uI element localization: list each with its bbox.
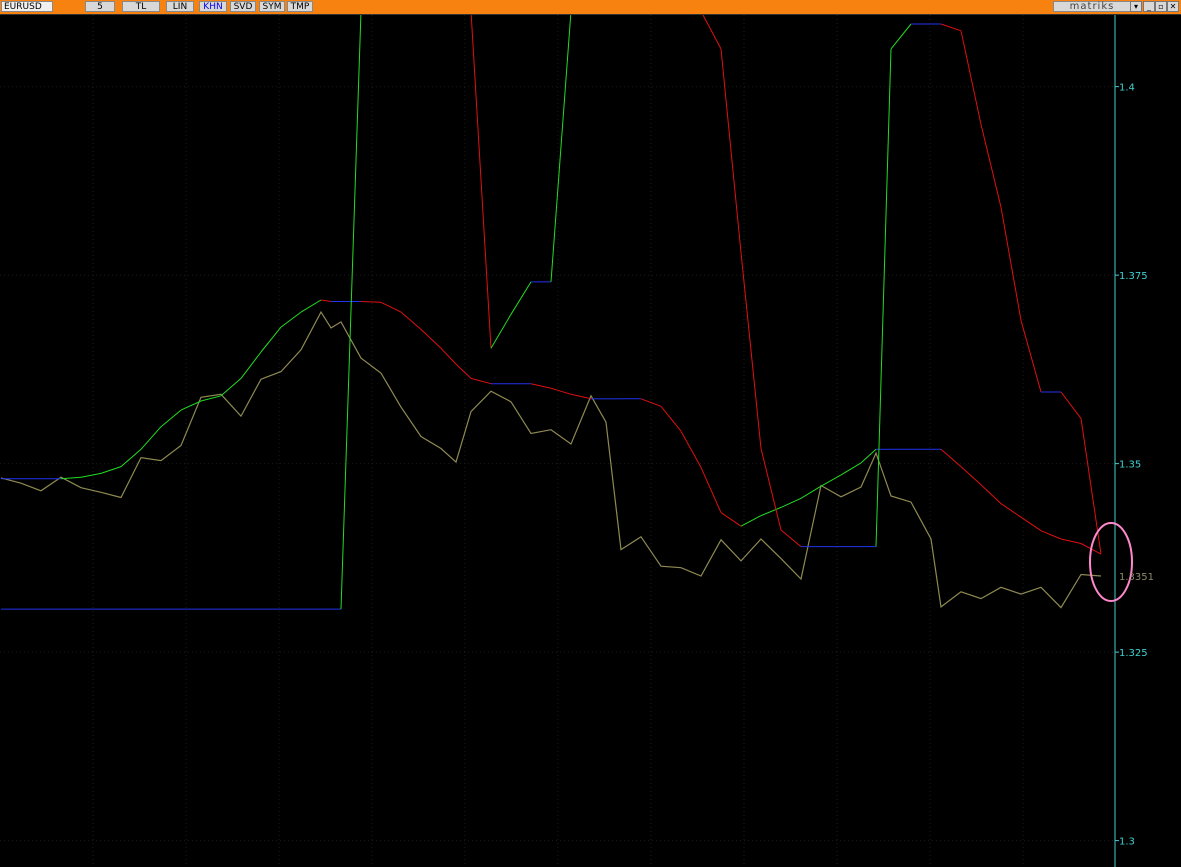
trail-line-down-segment (360, 301, 382, 303)
stop-line-down-segment (720, 48, 742, 253)
stop-line-down-segment (960, 30, 982, 125)
trail-line-down-segment (1020, 516, 1042, 532)
trail-line-down-segment (420, 329, 442, 349)
trail-line-down-segment (1000, 503, 1022, 518)
trail-line-down-segment (400, 311, 422, 330)
trail-line-down-segment (470, 377, 492, 385)
close-icon[interactable]: ✕ (1167, 1, 1179, 12)
y-axis: 1.3 1.325 1.35 1.375 1.4 (1115, 83, 1148, 848)
y-tick-label: 1.325 (1119, 648, 1148, 659)
trail-line-up-segment (60, 476, 82, 480)
trail-line-up-segment (280, 311, 302, 328)
stop-line-down-segment (702, 15, 722, 50)
stop-line-up-segment (550, 15, 572, 282)
grid (0, 15, 1115, 867)
dropdown-icon[interactable]: ▾ (1130, 1, 1142, 12)
y-tick-label: 1.3 (1119, 837, 1135, 848)
trail-line-up-segment (800, 485, 822, 499)
y-tick-label: 1.35 (1119, 460, 1141, 471)
price-chart[interactable]: 1.3 1.325 1.35 1.375 1.4 1.3351 (0, 15, 1181, 867)
stop-line-down-segment (780, 529, 802, 547)
y-tick-label: 1.375 (1119, 271, 1148, 282)
stop-line-down-segment (1080, 418, 1102, 555)
stop-line-up-segment (490, 314, 512, 349)
toolbar: EURUSD 5 TL LIN KHN SVD SYM TMP matriks … (0, 0, 1181, 15)
tl-button[interactable]: TL (122, 1, 160, 12)
trail-line-down-segment (1060, 538, 1082, 544)
stop-line-up-segment (340, 15, 362, 610)
trail-line-up-segment (860, 448, 877, 464)
trail-line-up-segment (820, 474, 842, 487)
trail-line-up-segment (220, 378, 242, 397)
trail-line-down-segment (440, 347, 457, 365)
trail-line-down-segment (1040, 530, 1062, 540)
period-selector[interactable]: 5 (85, 1, 115, 12)
trail-line-up-segment (140, 426, 162, 450)
trail-line-down-segment (530, 383, 552, 389)
trail-line-up-segment (260, 326, 282, 353)
tmp-button[interactable]: TMP (287, 1, 313, 12)
trail-line-down-segment (960, 466, 982, 486)
stop-line-down-segment (940, 23, 962, 32)
brand-logo: matriks (1053, 1, 1131, 12)
price-line (0, 310, 1102, 609)
stop-line-down-segment (760, 448, 782, 531)
svd-button[interactable]: SVD (230, 1, 256, 12)
stop-line-down-segment (1060, 391, 1082, 419)
trail-line-up-segment (160, 409, 182, 428)
trail-line-down-segment (720, 512, 742, 527)
stop-line-up-segment (875, 48, 892, 547)
highlight-circle (1089, 521, 1133, 602)
sym-button[interactable]: SYM (259, 1, 285, 12)
trail-line-down-segment (550, 387, 572, 395)
stop-line-up-segment (890, 23, 912, 50)
trail-line-up-segment (100, 466, 122, 474)
trail-line-down-segment (700, 467, 722, 513)
trail-line-up-segment (240, 351, 262, 379)
symbol-field[interactable]: EURUSD (1, 1, 53, 12)
restore-icon[interactable]: ▫ (1155, 1, 1167, 12)
last-value-label: 1.3351 (1119, 572, 1154, 583)
lin-button[interactable]: LIN (166, 1, 194, 12)
series-group (0, 15, 1102, 610)
trail-line-up-segment (740, 515, 762, 527)
trail-line-down-segment (980, 484, 1002, 504)
trail-line-up-segment (80, 472, 102, 478)
trail-line-down-segment (380, 301, 402, 313)
trail-line-up-segment (760, 506, 782, 517)
y-tick-label: 1.4 (1119, 83, 1135, 94)
stop-line-down-segment (470, 15, 492, 349)
trail-line-down-segment (455, 363, 472, 379)
stop-line-down-segment (1000, 207, 1022, 321)
trail-line-up-segment (780, 497, 802, 508)
trail-line-down-segment (320, 299, 332, 302)
trail-line-down-segment (570, 393, 592, 400)
trail-line-down-segment (680, 430, 702, 468)
minimize-icon[interactable]: _ (1143, 1, 1155, 12)
khn-button[interactable]: KHN (199, 1, 227, 12)
stop-line-down-segment (1020, 320, 1042, 393)
trail-line-down-segment (660, 405, 682, 432)
stop-line-up-segment (510, 281, 532, 315)
stop-line-down-segment (980, 124, 1002, 208)
trail-line-up-segment (300, 299, 322, 313)
trail-line-up-segment (840, 462, 862, 476)
